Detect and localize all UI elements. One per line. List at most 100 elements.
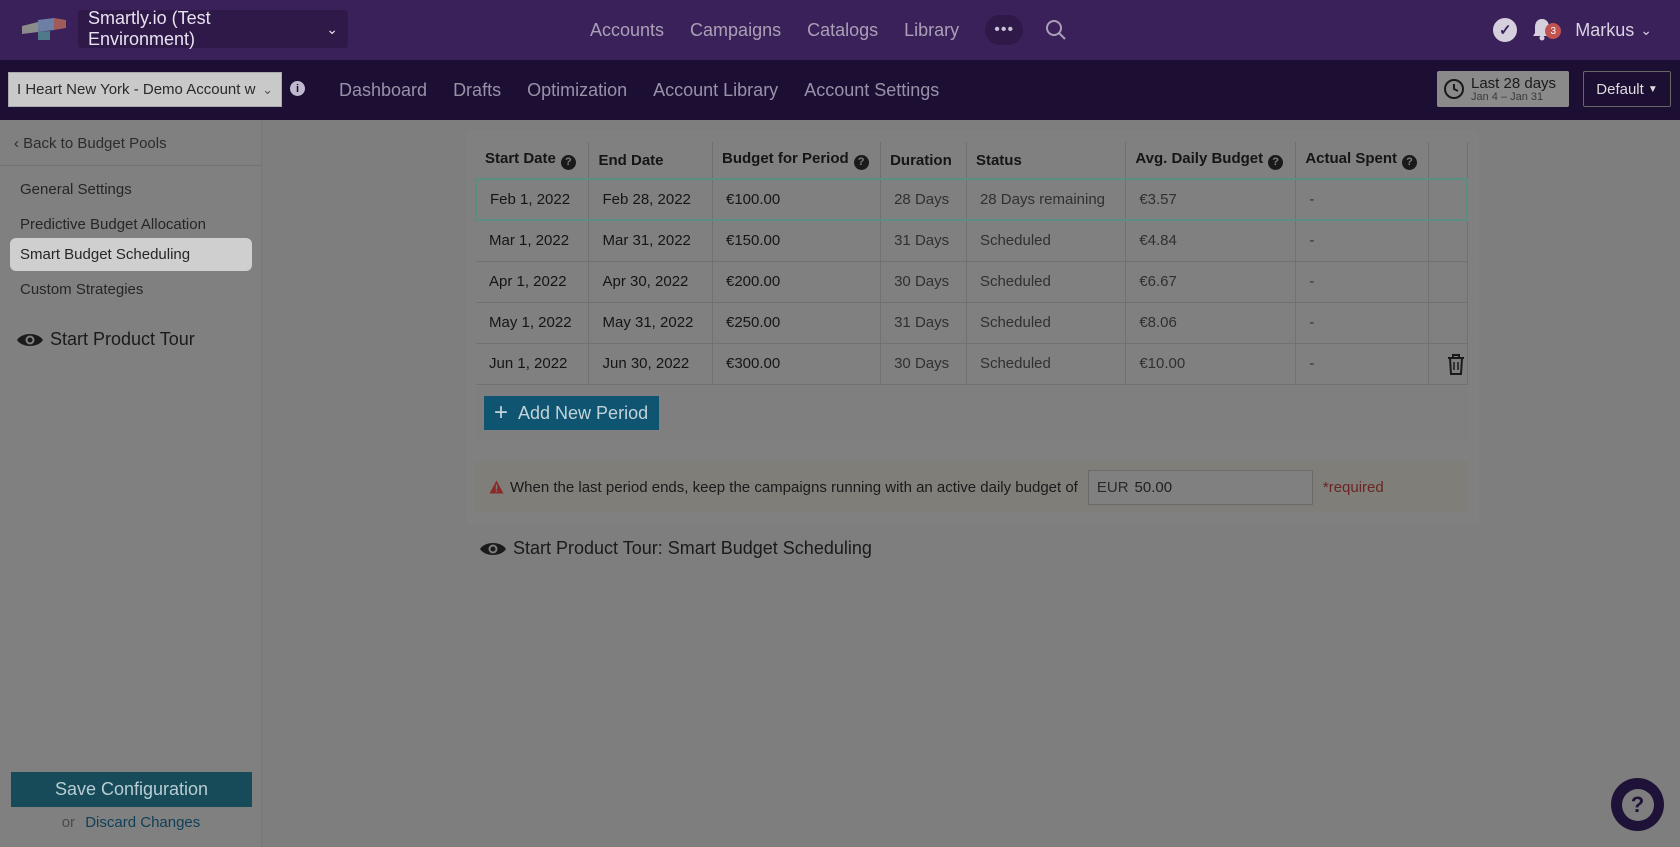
back-link-label: Back to Budget Pools	[23, 135, 167, 152]
sidebar-item-predictive-budget-allocation[interactable]: Predictive Budget Allocation	[10, 208, 252, 241]
discard-changes-link[interactable]: Discard Changes	[85, 814, 200, 831]
chevron-down-icon: ⌄	[262, 81, 273, 97]
warning-icon	[489, 480, 504, 494]
help-icon[interactable]: ?	[853, 154, 869, 170]
nav-account-settings[interactable]: Account Settings	[804, 80, 939, 101]
header-duration: Duration	[880, 142, 967, 180]
add-new-period-label: Add New Period	[518, 402, 649, 423]
info-icon[interactable]: i	[290, 81, 305, 96]
budget-cell[interactable]: €100.00	[712, 178, 882, 221]
trash-icon[interactable]	[1446, 353, 1466, 375]
help-icon[interactable]: ?	[560, 154, 576, 170]
view-select[interactable]: Default ▼	[1583, 71, 1671, 107]
clock-icon	[1444, 79, 1464, 99]
start-product-tour-link[interactable]: Start Product Tour	[16, 329, 195, 350]
end-date-cell[interactable]: Mar 31, 2022	[588, 220, 713, 262]
save-configuration-button[interactable]: Save Configuration	[11, 772, 252, 807]
user-menu[interactable]: Markus	[1575, 20, 1634, 41]
budget-cell[interactable]: €250.00	[712, 302, 882, 344]
help-icon[interactable]: ?	[1402, 154, 1418, 170]
header-end-date: End Date	[588, 142, 713, 180]
more-menu-button[interactable]: •••	[985, 15, 1024, 45]
header-budget-for-period: Budget for Period?	[712, 142, 882, 180]
user-area: ✓ 3 Markus ⌄	[1493, 0, 1680, 60]
date-range-dates: Jan 4 – Jan 31	[1471, 90, 1544, 103]
table-row: Apr 1, 2022 Apr 30, 2022 €200.00 30 Days…	[476, 261, 1468, 303]
plus-icon: +	[494, 399, 509, 426]
table-header-row: Start Date? End Date Budget for Period? …	[476, 142, 1468, 180]
status-cell: Scheduled	[966, 220, 1127, 262]
eye-icon	[17, 333, 43, 346]
nav-drafts[interactable]: Drafts	[453, 80, 501, 101]
actions-cell	[1428, 343, 1468, 385]
environment-select[interactable]: Smartly.io (Test Environment) ⌄	[78, 8, 348, 49]
actions-cell	[1428, 220, 1468, 262]
avg-daily-budget-cell: €6.67	[1125, 261, 1297, 303]
start-product-tour-smart-budget-link[interactable]: Start Product Tour: Smart Budget Schedul…	[479, 538, 872, 559]
duration-cell: 30 Days	[880, 261, 967, 303]
account-select[interactable]: I Heart New York - Demo Account w ⌄	[8, 72, 282, 107]
start-date-cell[interactable]: May 1, 2022	[476, 302, 590, 344]
fallback-budget-value: 50.00	[1134, 478, 1173, 496]
end-date-cell[interactable]: Feb 28, 2022	[588, 178, 713, 221]
notifications-button[interactable]: 3	[1531, 17, 1562, 43]
back-to-budget-pools-link[interactable]: ‹ Back to Budget Pools	[14, 135, 167, 152]
start-date-cell[interactable]: Apr 1, 2022	[476, 261, 590, 303]
eye-icon	[480, 542, 506, 555]
nav-catalogs[interactable]: Catalogs	[807, 20, 878, 41]
sidebar-item-custom-strategies[interactable]: Custom Strategies	[10, 273, 252, 306]
check-circle-icon[interactable]: ✓	[1493, 18, 1518, 42]
sidebar-item-smart-budget-scheduling[interactable]: Smart Budget Scheduling	[10, 238, 252, 271]
nav-library[interactable]: Library	[904, 20, 959, 41]
end-date-cell[interactable]: Apr 30, 2022	[588, 261, 713, 303]
add-period-row: + Add New Period	[475, 386, 1468, 441]
budget-cell[interactable]: €200.00	[712, 261, 882, 303]
view-select-label: Default	[1596, 80, 1644, 98]
required-label: *required	[1322, 478, 1384, 496]
divider	[0, 165, 262, 166]
table-row: Jun 1, 2022 Jun 30, 2022 €300.00 30 Days…	[476, 343, 1468, 385]
actual-spent-cell: -	[1295, 343, 1430, 385]
environment-name: Smartly.io (Test Environment)	[88, 8, 211, 49]
start-date-cell[interactable]: Jun 1, 2022	[476, 343, 590, 385]
smartly-logo-icon[interactable]	[20, 16, 68, 42]
account-name: I Heart New York - Demo Account w	[17, 81, 256, 98]
fallback-budget-input[interactable]: EUR 50.00	[1087, 469, 1313, 505]
chevron-down-icon[interactable]: ⌄	[1640, 22, 1652, 39]
end-date-cell[interactable]: May 31, 2022	[588, 302, 713, 344]
search-icon[interactable]	[1045, 19, 1067, 41]
actual-spent-cell: -	[1295, 302, 1430, 344]
notification-badge: 3	[1545, 23, 1562, 39]
nav-accounts[interactable]: Accounts	[590, 20, 664, 41]
actions-cell	[1428, 261, 1468, 303]
avg-daily-budget-cell: €8.06	[1125, 302, 1297, 344]
start-date-cell[interactable]: Feb 1, 2022	[475, 178, 590, 221]
nav-account-library[interactable]: Account Library	[653, 80, 778, 101]
fallback-text: When the last period ends, keep the camp…	[510, 478, 1078, 496]
or-label: or	[61, 814, 76, 831]
discard-row: or Discard Changes	[0, 814, 262, 831]
end-date-cell[interactable]: Jun 30, 2022	[588, 343, 713, 385]
duration-cell: 31 Days	[880, 220, 967, 262]
account-nav: Dashboard Drafts Optimization Account Li…	[339, 60, 965, 120]
nav-dashboard[interactable]: Dashboard	[339, 80, 427, 101]
header-actions	[1428, 142, 1468, 180]
nav-optimization[interactable]: Optimization	[527, 80, 627, 101]
budget-cell[interactable]: €150.00	[712, 220, 882, 262]
add-new-period-button[interactable]: + Add New Period	[484, 396, 659, 430]
question-icon: ?	[1621, 788, 1654, 821]
table-row: Feb 1, 2022 Feb 28, 2022 €100.00 28 Days…	[475, 178, 1469, 221]
actions-cell	[1428, 302, 1468, 344]
actual-spent-cell: -	[1295, 261, 1430, 303]
start-date-cell[interactable]: Mar 1, 2022	[476, 220, 590, 262]
budget-schedule-panel: Start Date? End Date Budget for Period? …	[466, 130, 1479, 524]
nav-campaigns[interactable]: Campaigns	[690, 20, 781, 41]
help-icon[interactable]: ?	[1268, 154, 1284, 170]
table-row: May 1, 2022 May 31, 2022 €250.00 31 Days…	[476, 302, 1468, 344]
budget-cell[interactable]: €300.00	[712, 343, 882, 385]
budget-periods-table: Start Date? End Date Budget for Period? …	[475, 142, 1469, 385]
date-range-picker[interactable]: Last 28 days Jan 4 – Jan 31	[1437, 71, 1569, 107]
help-chat-button[interactable]: ?	[1611, 778, 1664, 831]
tour-label: Start Product Tour	[50, 329, 195, 349]
sidebar-item-general-settings[interactable]: General Settings	[10, 173, 252, 206]
